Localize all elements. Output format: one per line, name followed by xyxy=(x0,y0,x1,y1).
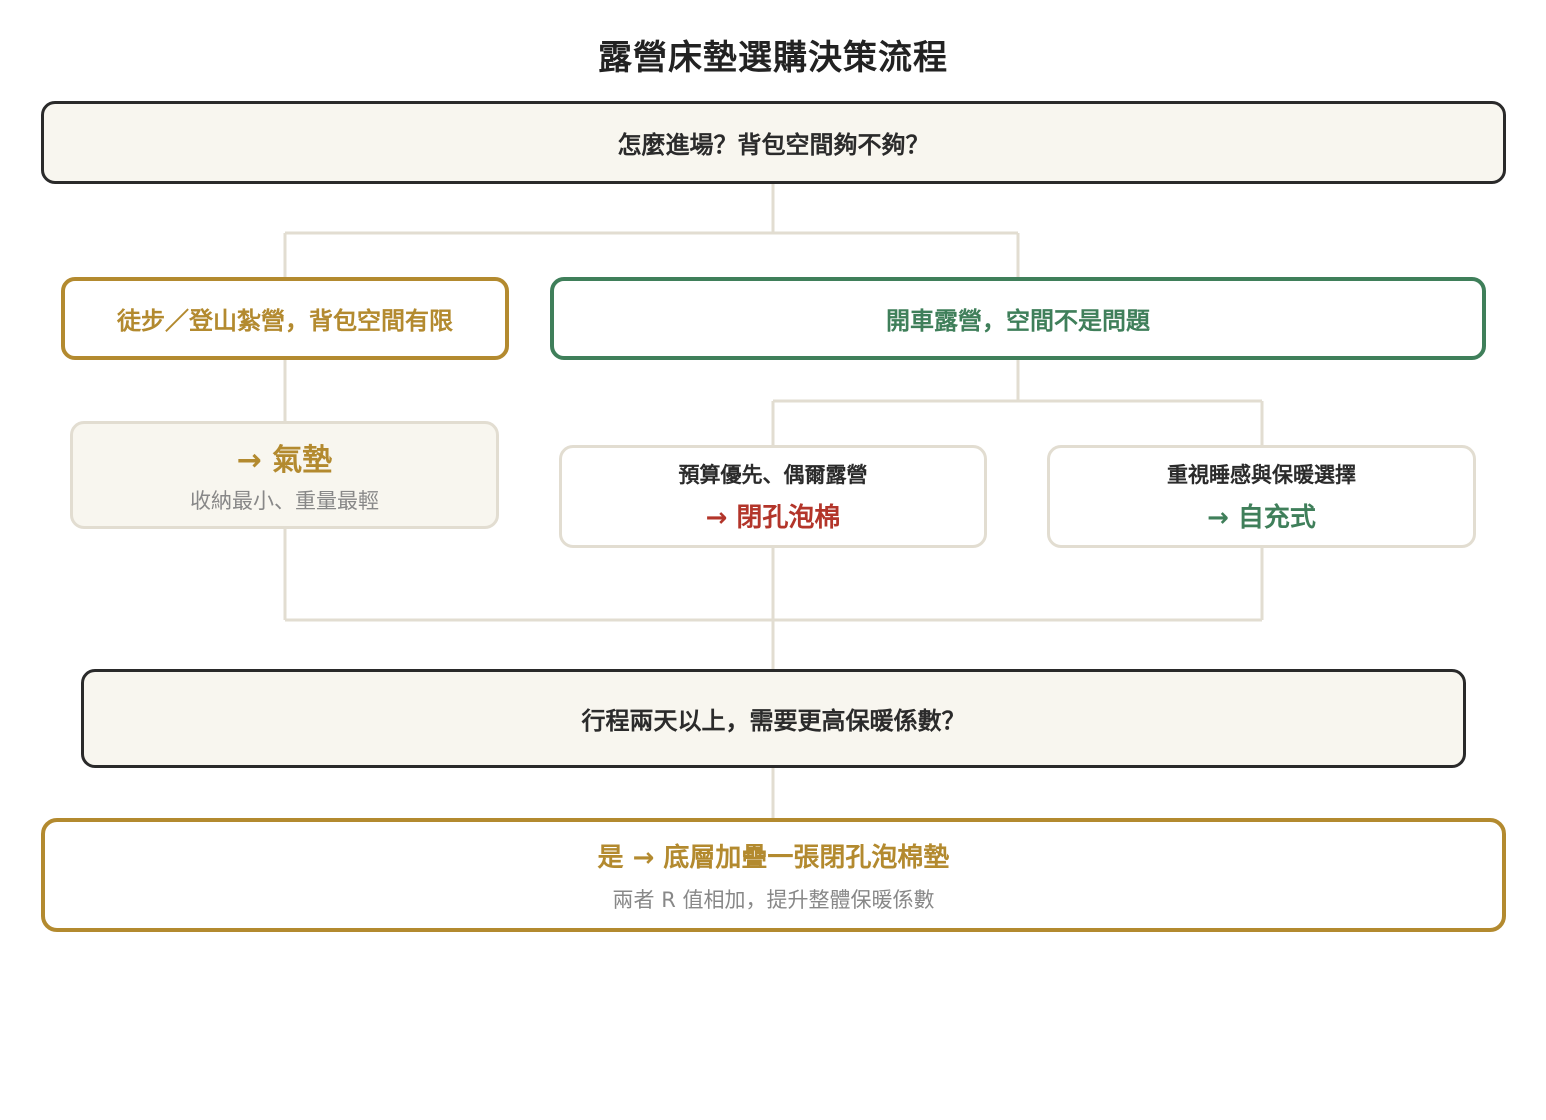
result-foam-condition: 預算優先、偶爾露營 xyxy=(678,463,868,487)
connector-merge xyxy=(283,529,1264,669)
result-foam-label: → 閉孔泡棉 xyxy=(705,503,841,533)
branch-car-box: 開車露營，空間不是問題 xyxy=(550,277,1486,360)
result-self-inflating-label: → 自充式 xyxy=(1207,503,1316,533)
branch-car-text: 開車露營，空間不是問題 xyxy=(886,307,1150,335)
result-closed-cell-foam-box: 預算優先、偶爾露營 → 閉孔泡棉 xyxy=(559,445,987,548)
question-access-text: 怎麼進場？背包空間夠不夠？ xyxy=(617,131,930,159)
result-self-inflating-box: 重視睡感與保暖選擇 → 自充式 xyxy=(1047,445,1476,548)
result-air-mattress-label: → 氣墊 xyxy=(236,443,333,478)
final-recommendation-label: 是 → 底層加疊一張閉孔泡棉墊 xyxy=(597,842,950,873)
result-air-mattress-note: 收納最小、重量最輕 xyxy=(190,489,379,513)
question-access-box: 怎麼進場？背包空間夠不夠？ xyxy=(41,101,1506,184)
connector-car-split xyxy=(771,360,1264,445)
question-warmth-box: 行程兩天以上，需要更高保暖係數？ xyxy=(81,669,1466,768)
branch-hiking-text: 徒步／登山紮營，背包空間有限 xyxy=(117,307,453,335)
result-air-mattress-box: → 氣墊 收納最小、重量最輕 xyxy=(70,421,499,529)
question-warmth-text: 行程兩天以上，需要更高保暖係數？ xyxy=(581,707,966,735)
result-self-inflating-condition: 重視睡感與保暖選擇 xyxy=(1167,463,1356,487)
final-recommendation-note: 兩者 R 值相加，提升整體保暖係數 xyxy=(612,887,935,912)
connector-q1-split xyxy=(283,184,1020,277)
final-recommendation-box: 是 → 底層加疊一張閉孔泡棉墊 兩者 R 值相加，提升整體保暖係數 xyxy=(41,818,1506,932)
branch-hiking-box: 徒步／登山紮營，背包空間有限 xyxy=(61,277,509,360)
